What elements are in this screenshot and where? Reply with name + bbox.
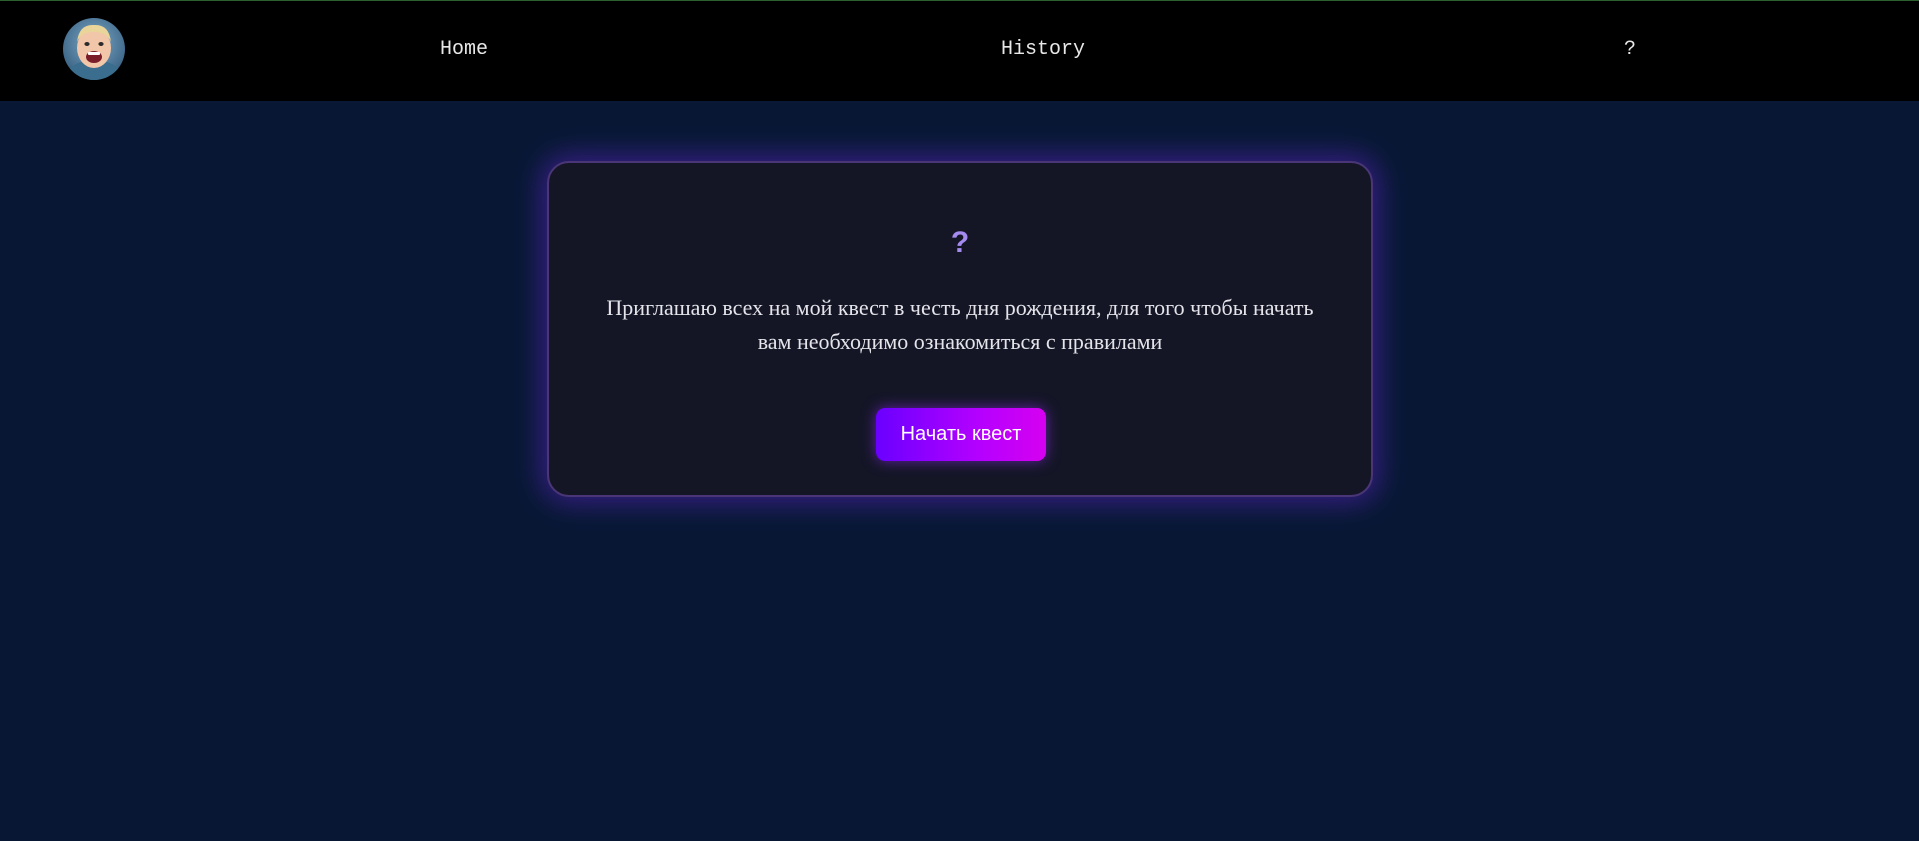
nav-link-history[interactable]: History — [1001, 38, 1085, 62]
invitation-card: ? Приглашаю всех на мой квест в честь дн… — [547, 161, 1373, 497]
avatar[interactable] — [63, 18, 125, 80]
question-mark-icon: ? — [950, 226, 970, 259]
avatar-photo-icon — [63, 18, 125, 80]
start-quest-button[interactable]: Начать квест — [876, 408, 1046, 461]
nav-link-home[interactable]: Home — [440, 38, 488, 62]
navbar: Home History ? — [0, 1, 1919, 101]
invitation-text: Приглашаю всех на мой квест в честь дня … — [606, 295, 1314, 354]
nav-link-help[interactable]: ? — [1624, 38, 1636, 62]
